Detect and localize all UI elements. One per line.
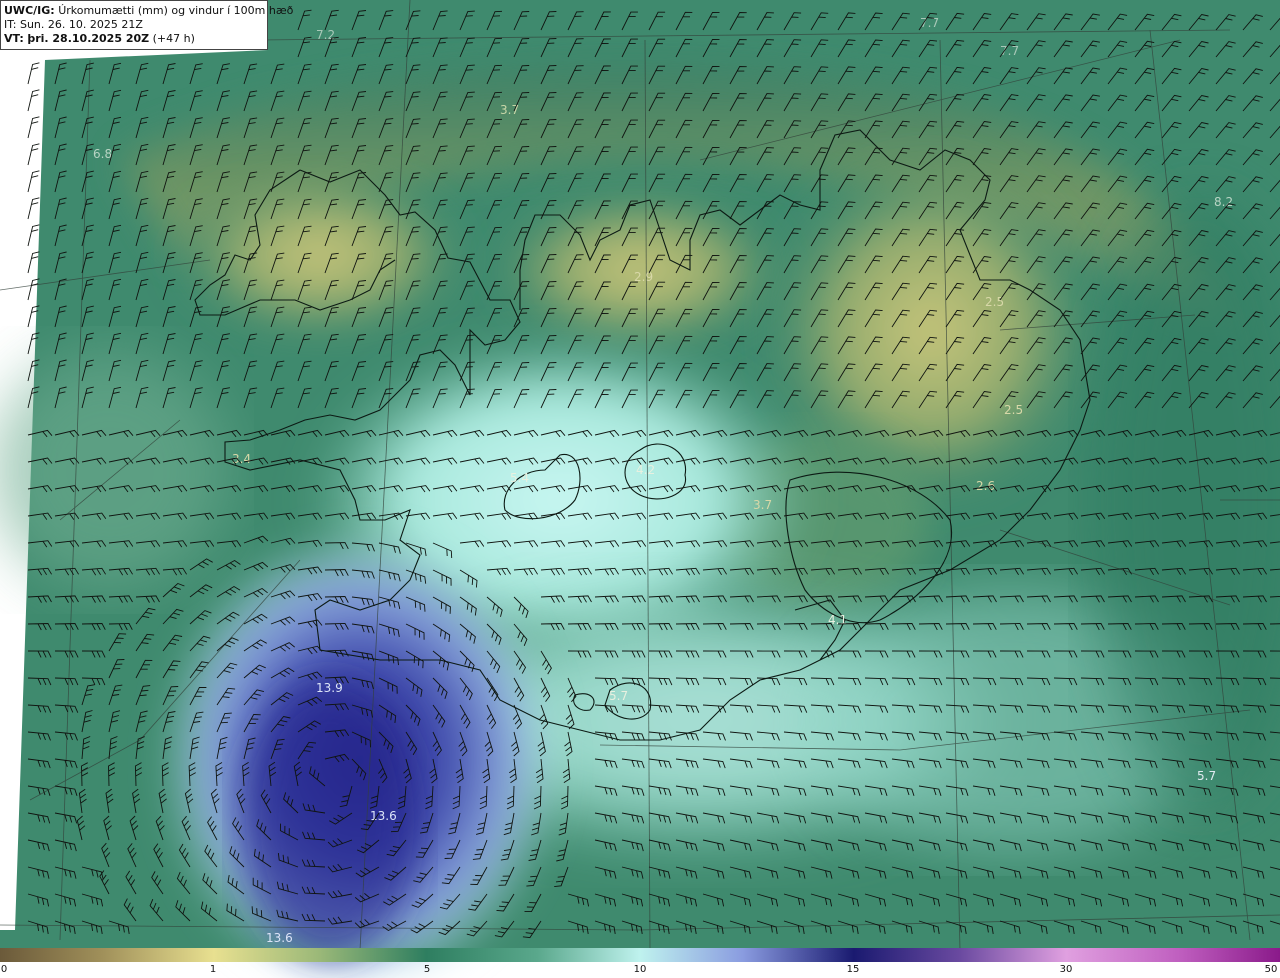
map-value-label: 2.5 xyxy=(985,295,1004,309)
colorbar-tick: 1 xyxy=(209,964,217,975)
map-value-label: 6.8 xyxy=(93,147,112,161)
forecast-info-box: UWC/IG: Úrkomumætti (mm) og vindur í 100… xyxy=(0,0,293,50)
valid-time-row: VT: þri. 28.10.2025 20Z (+47 h) xyxy=(4,32,264,46)
map-value-label: 7.7 xyxy=(1000,44,1019,58)
colorbar-tick: 5 xyxy=(423,964,431,975)
colorbar-ticks: 0 1 5 10 15 30 50 xyxy=(0,962,1280,978)
colorbar-tick: 0 xyxy=(0,964,8,975)
initial-time-row: IT: Sun. 26. 10. 2025 21Z xyxy=(4,18,264,32)
colorbar xyxy=(0,948,1280,962)
forecast-map: 7.2 7.7 7.7 3.7 6.8 8.2 2.9 2.5 2.5 3.4 … xyxy=(0,0,1280,978)
map-value-label: 2.5 xyxy=(1004,403,1023,417)
colorbar-tick: 10 xyxy=(633,964,647,975)
map-value-label: 3.4 xyxy=(232,452,251,466)
map-title: Úrkomumætti (mm) og vindur í 100m hæð xyxy=(58,4,294,17)
map-value-label: 8.2 xyxy=(1214,195,1233,209)
map-value-label: 7.2 xyxy=(316,28,335,42)
model-label: UWC/IG: xyxy=(4,4,55,17)
map-value-label: 13.6 xyxy=(266,931,293,945)
colorbar-tick: 15 xyxy=(846,964,860,975)
title-row: UWC/IG: Úrkomumætti (mm) og vindur í 100… xyxy=(4,4,293,18)
valid-time-value: þri. 28.10.2025 20Z xyxy=(27,32,150,45)
map-value-label: 4.2 xyxy=(636,463,655,477)
map-value-label: 5.4 xyxy=(510,471,529,485)
lead-time: (+47 h) xyxy=(152,32,195,45)
colorbar-tick: 50 xyxy=(1264,964,1278,975)
colorbar-tick: 30 xyxy=(1059,964,1073,975)
map-value-label: 3.7 xyxy=(753,498,772,512)
initial-time-label: IT: xyxy=(4,18,17,31)
map-value-label: 5.7 xyxy=(609,689,628,703)
valid-time-label: VT: xyxy=(4,32,24,45)
initial-time-value: Sun. 26. 10. 2025 21Z xyxy=(19,18,143,31)
map-canvas: 7.2 7.7 7.7 3.7 6.8 8.2 2.9 2.5 2.5 3.4 … xyxy=(0,0,1280,978)
map-value-label: 4.1 xyxy=(828,613,847,627)
map-value-label: 5.7 xyxy=(1197,769,1216,783)
